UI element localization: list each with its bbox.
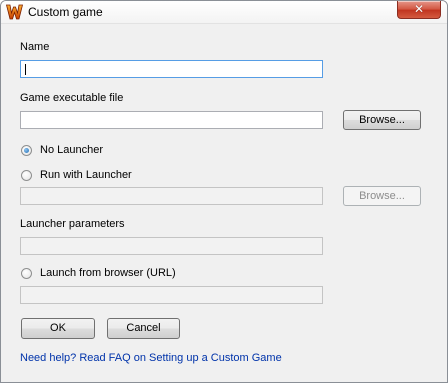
close-button[interactable]: ✕ <box>397 1 441 19</box>
help-faq-link[interactable]: Need help? Read FAQ on Setting up a Cust… <box>20 352 282 364</box>
cancel-button[interactable]: Cancel <box>107 318 180 339</box>
browse-exe-button[interactable]: Browse... <box>343 110 421 130</box>
run-with-launcher-radio[interactable] <box>21 170 32 181</box>
name-input[interactable] <box>20 60 323 78</box>
title-bar[interactable]: Custom game ✕ <box>1 1 447 24</box>
exe-path-input[interactable] <box>20 111 323 129</box>
custom-game-dialog: Custom game ✕ Name Game executable file … <box>0 0 448 383</box>
browse-launcher-button[interactable]: Browse... <box>343 186 421 206</box>
run-with-launcher-label[interactable]: Run with Launcher <box>40 169 132 181</box>
launch-from-browser-radio[interactable] <box>21 268 32 279</box>
launcher-params-label: Launcher parameters <box>20 218 125 230</box>
text-caret <box>25 64 26 75</box>
name-label: Name <box>20 41 50 53</box>
no-launcher-radio[interactable] <box>21 145 32 156</box>
ok-button[interactable]: OK <box>21 318 95 339</box>
browser-url-input[interactable] <box>20 286 323 304</box>
launch-from-browser-label[interactable]: Launch from browser (URL) <box>40 267 176 279</box>
launcher-params-input[interactable] <box>20 237 323 255</box>
launcher-path-input[interactable] <box>20 187 323 205</box>
close-icon: ✕ <box>413 2 425 16</box>
exe-label: Game executable file <box>20 92 124 104</box>
w-logo-icon <box>6 4 23 20</box>
no-launcher-label[interactable]: No Launcher <box>40 144 103 156</box>
window-title: Custom game <box>28 5 103 19</box>
